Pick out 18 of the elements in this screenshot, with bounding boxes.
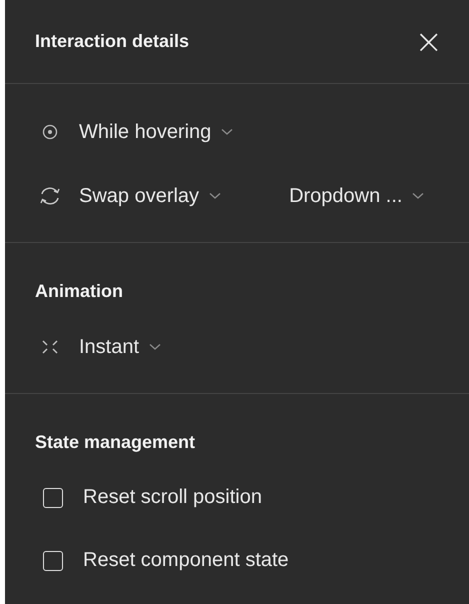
dropdown-button[interactable]: Swap overlay	[79, 184, 222, 208]
dropdown-button[interactable]: While hovering	[79, 120, 234, 144]
section-heading: State management	[34, 430, 196, 454]
checkbox[interactable]	[43, 550, 63, 570]
dropdown-button[interactable]: Instant	[79, 336, 162, 358]
checkbox-label: Reset scroll position	[83, 486, 262, 509]
collapse-icon	[41, 339, 59, 355]
target-icon	[42, 124, 58, 140]
checkbox[interactable]	[43, 488, 63, 508]
section-heading: Animation	[34, 280, 124, 302]
caret-icon	[221, 128, 234, 136]
dropdown-button[interactable]: Dropdown ...	[289, 184, 424, 208]
panel-title: Interaction details	[35, 31, 190, 52]
close-button[interactable]: ×	[410, 24, 447, 58]
caret-icon	[149, 343, 162, 351]
caret-icon	[412, 192, 424, 200]
checkbox-label: Reset component state	[83, 549, 289, 572]
caret-icon	[209, 192, 222, 200]
